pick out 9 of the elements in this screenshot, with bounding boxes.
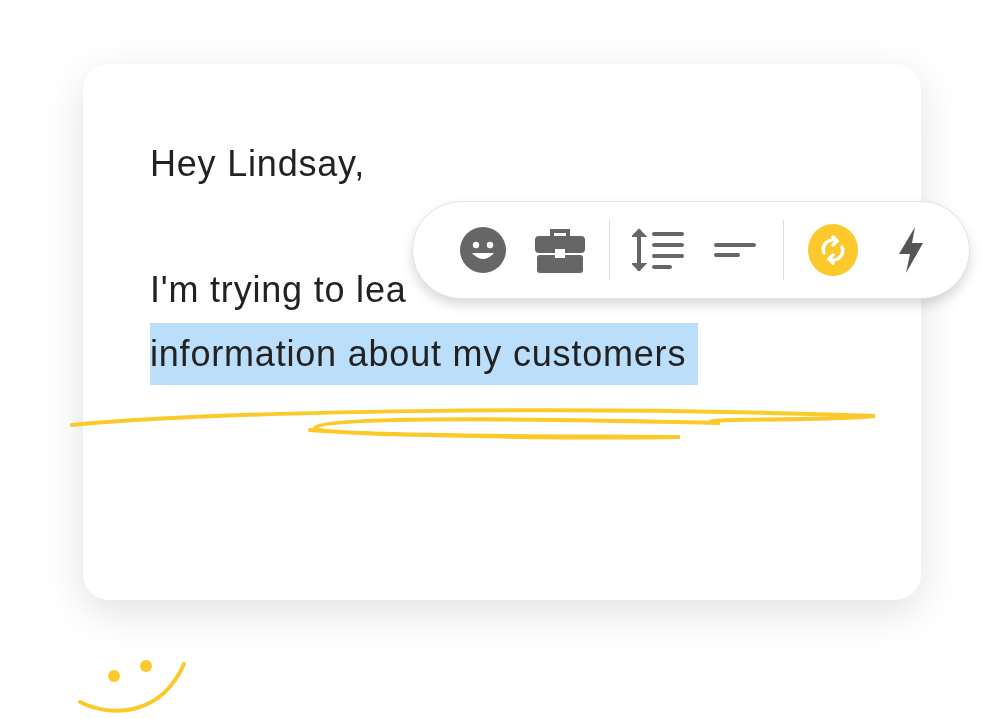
selected-text: information about my customers <box>150 323 699 385</box>
sync-icon <box>820 235 847 265</box>
short-text-icon <box>713 242 756 258</box>
lightning-icon <box>896 227 925 273</box>
smiley-icon <box>460 227 507 273</box>
message-text: I'm trying to lea <box>150 268 407 312</box>
greeting-text: Hey Lindsay, <box>150 142 366 186</box>
briefcase-icon <box>535 227 586 273</box>
line-spacing-icon <box>632 227 684 273</box>
